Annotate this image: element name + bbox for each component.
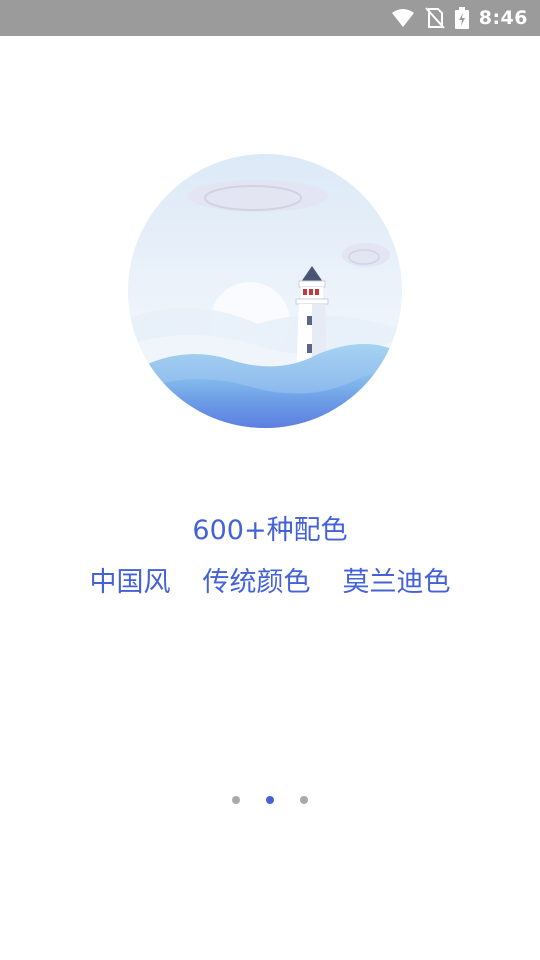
clock-time: 8:46 (478, 7, 528, 29)
style-label-traditional: 传统颜色 (202, 567, 311, 598)
lighthouse-illustration (128, 154, 402, 428)
no-sim-icon (424, 7, 445, 29)
style-label-morandi: 莫兰迪色 (342, 567, 451, 598)
page-indicator (0, 796, 540, 804)
page-dot-1[interactable] (232, 796, 240, 804)
color-style-list: 中国风 传统颜色 莫兰迪色 (0, 560, 540, 599)
status-bar: 8:46 (0, 0, 540, 36)
page-dot-2-active[interactable] (266, 796, 274, 804)
page-dot-3[interactable] (300, 796, 308, 804)
wifi-icon (391, 8, 415, 28)
battery-charging-icon (454, 7, 469, 29)
style-label-chinese: 中国风 (89, 567, 171, 598)
headline-color-count: 600+种配色 (192, 515, 348, 546)
